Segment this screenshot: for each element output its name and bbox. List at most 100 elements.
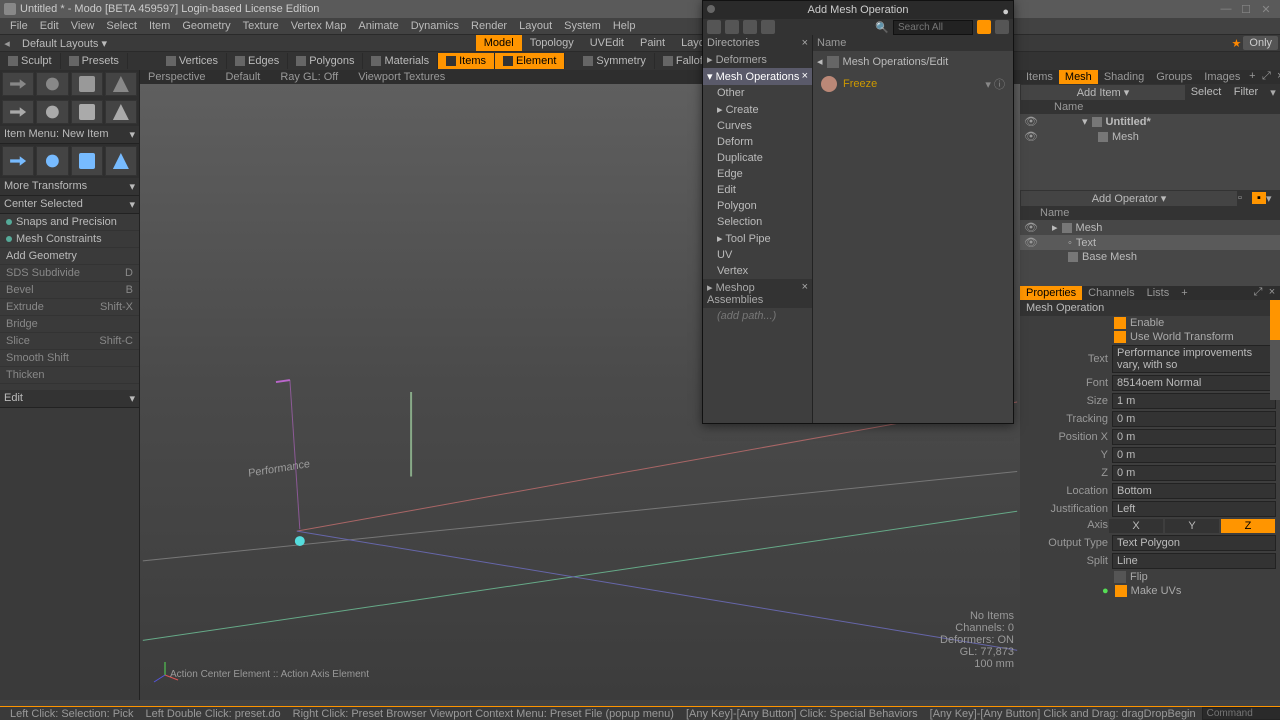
menu-help[interactable]: Help: [607, 20, 642, 32]
cat-vertex[interactable]: Vertex: [703, 263, 812, 279]
enable-checkbox[interactable]: [1114, 317, 1126, 329]
star-icon[interactable]: ★: [1232, 37, 1242, 50]
transform-all[interactable]: [105, 146, 137, 176]
tab-items[interactable]: Items: [1020, 70, 1059, 84]
menu-render[interactable]: Render: [465, 20, 513, 32]
center-selected-dd[interactable]: Center Selected▾: [0, 196, 139, 214]
cat-uv[interactable]: UV: [703, 247, 812, 263]
cat-edit[interactable]: Edit: [703, 182, 812, 198]
vp-raygl[interactable]: Ray GL: Off: [280, 71, 338, 83]
makeuv-checkbox[interactable]: [1115, 585, 1127, 597]
tool-d[interactable]: [105, 100, 137, 124]
op-icon3[interactable]: ▾: [1266, 192, 1280, 205]
edges-button[interactable]: Edges: [227, 53, 288, 69]
tool-cone[interactable]: [105, 72, 137, 96]
op-slice[interactable]: SliceShift-C: [0, 333, 139, 350]
cat-edge[interactable]: Edge: [703, 166, 812, 182]
text-field[interactable]: Performance improvements vary, with so: [1112, 345, 1276, 373]
polygons-button[interactable]: Polygons: [288, 53, 363, 69]
op-icon1[interactable]: ▫: [1238, 192, 1252, 204]
menu-animate[interactable]: Animate: [352, 20, 404, 32]
directories-header[interactable]: Directories×: [703, 35, 812, 51]
deformers-header[interactable]: ▸ Deformers: [703, 51, 812, 68]
tab-lists[interactable]: Lists: [1141, 286, 1176, 300]
posz-field[interactable]: 0 m: [1112, 465, 1276, 481]
menu-geometry[interactable]: Geometry: [176, 20, 236, 32]
tab-channels[interactable]: Channels: [1082, 286, 1140, 300]
tool-sphere[interactable]: [36, 72, 68, 96]
minimize-button[interactable]: —: [1216, 3, 1236, 15]
add-tab-icon[interactable]: +: [1246, 70, 1258, 84]
close-panel-icon[interactable]: ×: [1274, 70, 1280, 84]
cat-toolpipe[interactable]: ▸ Tool Pipe: [703, 230, 812, 247]
transform-rotate[interactable]: [36, 146, 68, 176]
cat-selection[interactable]: Selection: [703, 214, 812, 230]
add-geometry-item[interactable]: Add Geometry: [0, 248, 139, 265]
expand-icon[interactable]: ⤢: [1260, 70, 1272, 84]
cat-polygon[interactable]: Polygon: [703, 198, 812, 214]
nav-back-icon[interactable]: [707, 20, 721, 34]
flip-checkbox[interactable]: [1114, 571, 1126, 583]
transform-move[interactable]: [2, 146, 34, 176]
panel-menu-icon[interactable]: [707, 5, 715, 13]
props-vtab-active[interactable]: [1270, 300, 1280, 340]
symmetry-button[interactable]: Symmetry: [575, 53, 655, 69]
menu-texture[interactable]: Texture: [237, 20, 285, 32]
op-bevel[interactable]: BevelB: [0, 282, 139, 299]
nav-back-icon[interactable]: ◂: [0, 37, 14, 50]
float-panel-titlebar[interactable]: Add Mesh Operation ●: [703, 1, 1013, 19]
font-field[interactable]: 8514oem Normal: [1112, 375, 1276, 391]
layout-tab-model[interactable]: Model: [476, 35, 522, 51]
menu-layout[interactable]: Layout: [513, 20, 558, 32]
op-extrude[interactable]: ExtrudeShift-X: [0, 299, 139, 316]
tab-images[interactable]: Images: [1198, 70, 1246, 84]
tab-meshops[interactable]: Mesh Ops: [1059, 70, 1098, 84]
tracking-field[interactable]: 0 m: [1112, 411, 1276, 427]
meshop-assemblies-header[interactable]: ▸ Meshop Assemblies×: [703, 279, 812, 308]
tool-a[interactable]: [2, 100, 34, 124]
cat-duplicate[interactable]: Duplicate: [703, 150, 812, 166]
maximize-button[interactable]: ☐: [1236, 3, 1256, 16]
element-button[interactable]: Element: [495, 53, 565, 69]
filter-button[interactable]: Filter: [1226, 86, 1266, 98]
close-button[interactable]: ✕: [1256, 3, 1276, 16]
nav-add-icon[interactable]: [761, 20, 775, 34]
expand-icon2[interactable]: ⤢: [1252, 286, 1264, 300]
vp-default[interactable]: Default: [225, 71, 260, 83]
vp-textures[interactable]: Viewport Textures: [358, 71, 445, 83]
item-menu-header[interactable]: Item Menu: New Item▾: [0, 126, 139, 144]
cat-curves[interactable]: Curves: [703, 118, 812, 134]
edit-dd[interactable]: Edit▾: [0, 390, 139, 408]
location-field[interactable]: Bottom: [1112, 483, 1276, 499]
axis-y[interactable]: Y: [1165, 519, 1219, 533]
op-subdivide[interactable]: SDS SubdivideD: [0, 265, 139, 282]
mesh-operations-header[interactable]: ▾ Mesh Operations×: [703, 68, 812, 85]
sculpt-button[interactable]: Sculpt: [0, 53, 61, 69]
vp-perspective[interactable]: Perspective: [148, 71, 205, 83]
tab-shading[interactable]: Shading: [1098, 70, 1150, 84]
add-item-dropdown[interactable]: Add Item ▾: [1021, 85, 1185, 100]
tool-b[interactable]: [36, 100, 68, 124]
nav-up-icon[interactable]: [743, 20, 757, 34]
world-transform-checkbox[interactable]: [1114, 331, 1126, 343]
cat-deform[interactable]: Deform: [703, 134, 812, 150]
add-mesh-operation-panel[interactable]: Add Mesh Operation ● 🔍 Directories× ▸ De…: [702, 0, 1014, 424]
menu-vertexmap[interactable]: Vertex Map: [285, 20, 353, 32]
items-button[interactable]: Items: [438, 53, 495, 69]
split-field[interactable]: Line: [1112, 553, 1276, 569]
float-close-button[interactable]: ●: [1002, 3, 1009, 21]
layouts-dropdown[interactable]: Default Layouts ▾: [14, 37, 115, 50]
select-button[interactable]: Select: [1186, 86, 1226, 98]
cat-create[interactable]: ▸ Create: [703, 101, 812, 118]
output-type-field[interactable]: Text Polygon: [1112, 535, 1276, 551]
cat-other[interactable]: Other: [703, 85, 812, 101]
search-go-icon[interactable]: [977, 20, 991, 34]
menu-system[interactable]: System: [558, 20, 607, 32]
close-icon2[interactable]: ×: [1266, 286, 1278, 300]
axis-z[interactable]: Z: [1221, 519, 1275, 533]
layout-tab-paint[interactable]: Paint: [632, 35, 673, 51]
menu-file[interactable]: File: [4, 20, 34, 32]
op-bridge[interactable]: Bridge: [0, 316, 139, 333]
axis-x[interactable]: X: [1109, 519, 1163, 533]
posy-field[interactable]: 0 m: [1112, 447, 1276, 463]
